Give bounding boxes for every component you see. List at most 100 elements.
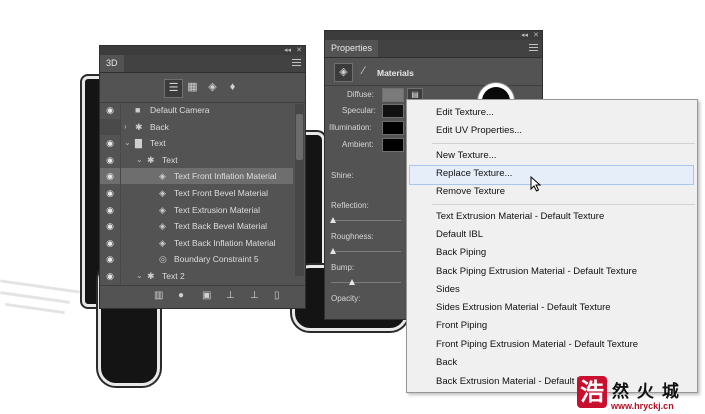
- slider-knob[interactable]: [349, 279, 356, 285]
- scene-tree-row[interactable]: ◉ ⌄ ▇ Text: [100, 135, 293, 152]
- menu-item[interactable]: New Texture...: [436, 150, 497, 161]
- slider-knob[interactable]: [330, 217, 336, 223]
- scene-tree-row-label: Boundary Constraint 5: [174, 254, 259, 265]
- scene-tree-row-label: Text Back Inflation Material: [174, 237, 276, 248]
- scrollbar-thumb[interactable]: [296, 114, 303, 160]
- eye-icon[interactable]: ◉: [103, 235, 117, 251]
- scene-tree-row[interactable]: ◉ ◈ Text Back Bevel Material: [100, 218, 293, 235]
- eye-icon[interactable]: ◉: [103, 152, 117, 168]
- visibility-toggle[interactable]: ◉: [100, 135, 121, 152]
- shine-label: Shine:: [331, 171, 354, 180]
- visibility-toggle[interactable]: ◉: [100, 201, 121, 218]
- material-icon: ◈: [159, 204, 166, 215]
- scene-tree-row[interactable]: ◉ ■ Default Camera: [100, 102, 293, 118]
- menu-item[interactable]: Default IBL: [436, 229, 483, 240]
- visibility-toggle[interactable]: ◉: [100, 218, 121, 235]
- panel-menu-icon[interactable]: [529, 44, 538, 53]
- visibility-toggle[interactable]: ◉: [100, 268, 121, 284]
- scene-tree-row[interactable]: ◉ ⌄ ✱ Text 2: [100, 268, 293, 284]
- collapse-icon[interactable]: ◂◂: [284, 46, 291, 55]
- material-type-icon[interactable]: ◈: [334, 63, 353, 82]
- menu-item[interactable]: Front Piping Extrusion Material - Defaul…: [436, 339, 638, 350]
- specular-swatch[interactable]: [382, 104, 404, 118]
- eye-icon[interactable]: ◉: [103, 251, 117, 267]
- roughness-label: Roughness:: [331, 232, 374, 241]
- tab-3d[interactable]: 3D: [100, 55, 124, 72]
- illumination-swatch[interactable]: [382, 121, 404, 135]
- scene-tree-scrollbar[interactable]: [295, 104, 304, 276]
- add-light-icon[interactable]: ●: [178, 290, 184, 301]
- scene-tree-row[interactable]: ◉ ◈ Text Front Inflation Material: [100, 168, 293, 185]
- visibility-toggle[interactable]: [100, 118, 121, 135]
- eye-icon[interactable]: ◉: [103, 185, 117, 201]
- menu-item[interactable]: Sides Extrusion Material - Default Textu…: [436, 302, 611, 313]
- scene-tree-row[interactable]: ◉ ◈ Text Back Inflation Material: [100, 234, 293, 251]
- mesh-icon: ✱: [147, 271, 155, 281]
- panel-3d-titlebar[interactable]: ◂◂ ✕: [100, 46, 305, 55]
- bump-slider[interactable]: [331, 279, 401, 285]
- collapse-icon[interactable]: ◂◂: [521, 31, 528, 40]
- scene-tree-row[interactable]: ◉ ◈ Text Front Bevel Material: [100, 185, 293, 201]
- render-icon[interactable]: ▥: [154, 290, 163, 301]
- opacity-label: Opacity:: [331, 294, 361, 303]
- menu-item[interactable]: Front Piping: [436, 320, 487, 331]
- visibility-toggle[interactable]: ◉: [100, 102, 121, 118]
- eye-icon[interactable]: ◉: [103, 102, 117, 118]
- eye-icon[interactable]: ◉: [103, 135, 117, 151]
- reflection-slider[interactable]: [330, 217, 401, 223]
- scene-tree-row[interactable]: ◉ ◈ Text Extrusion Material: [100, 201, 293, 218]
- visibility-toggle[interactable]: ◉: [100, 185, 121, 201]
- panel-properties-titlebar[interactable]: ◂◂ ✕: [325, 31, 542, 40]
- menu-item[interactable]: Edit Texture...: [436, 107, 494, 118]
- materials-header: ◈ ∕ Materials: [325, 59, 542, 86]
- meshes-icon[interactable]: ▦: [184, 79, 201, 96]
- new-constraint-icon[interactable]: ⊥: [250, 290, 259, 301]
- watermark-chars: 然 火 城: [612, 382, 680, 402]
- menu-item[interactable]: Sides: [436, 284, 460, 295]
- chevron-down-icon[interactable]: ⌄: [124, 135, 131, 151]
- chevron-down-icon[interactable]: ⌄: [136, 268, 143, 284]
- scene-tree-row[interactable]: ◉ ◎ Boundary Constraint 5: [100, 251, 293, 268]
- tab-properties[interactable]: Properties: [325, 40, 379, 57]
- menu-item[interactable]: Back Piping Extrusion Material - Default…: [436, 266, 637, 277]
- scene-tree-row[interactable]: › ✱ Back: [100, 118, 293, 135]
- visibility-toggle[interactable]: ◉: [100, 151, 121, 168]
- visibility-toggle[interactable]: ◉: [100, 168, 121, 185]
- menu-item[interactable]: Text Extrusion Material - Default Textur…: [436, 211, 604, 222]
- menu-item[interactable]: Replace Texture...: [436, 168, 512, 179]
- background-stripe: [0, 279, 80, 294]
- materials-icon[interactable]: ◈: [204, 79, 221, 96]
- eye-icon[interactable]: ◉: [103, 268, 117, 284]
- brush-icon[interactable]: ∕: [355, 63, 372, 80]
- chevron-down-icon[interactable]: ⌄: [136, 152, 143, 168]
- diffuse-swatch[interactable]: [382, 88, 404, 102]
- menu-item[interactable]: Edit UV Properties...: [436, 125, 522, 136]
- slider-knob[interactable]: [330, 248, 336, 254]
- scene-tree-row[interactable]: ◉ ⌄ ✱ Text: [100, 151, 293, 168]
- chevron-right-icon[interactable]: ›: [124, 119, 127, 135]
- watermark-url: www.hryckj.cn: [611, 401, 674, 411]
- constraint-icon: ◎: [159, 254, 167, 265]
- material-icon: ◈: [159, 188, 166, 198]
- delete-icon[interactable]: ▯: [274, 290, 280, 301]
- menu-item[interactable]: Remove Texture: [436, 186, 505, 197]
- visibility-toggle[interactable]: ◉: [100, 234, 121, 251]
- eye-icon[interactable]: ◉: [103, 168, 117, 184]
- new-mesh-icon[interactable]: ▣: [202, 290, 211, 301]
- close-icon[interactable]: ✕: [533, 31, 539, 40]
- lights-icon[interactable]: ♦: [224, 79, 241, 96]
- eye-icon[interactable]: ◉: [103, 202, 117, 218]
- ambient-swatch[interactable]: [382, 138, 404, 152]
- menu-item[interactable]: Back Piping: [436, 247, 486, 258]
- material-icon: ◈: [159, 171, 166, 182]
- menu-item[interactable]: Back: [436, 357, 457, 368]
- move-to-view-icon[interactable]: ⊥: [226, 290, 235, 301]
- watermark: 浩 然 火 城 www.hryckj.cn: [577, 374, 705, 414]
- close-icon[interactable]: ✕: [296, 46, 302, 55]
- texture-context-menu: Edit Texture... Edit UV Properties... New …: [406, 99, 698, 393]
- roughness-slider[interactable]: [330, 248, 401, 254]
- panel-menu-icon[interactable]: [292, 59, 301, 68]
- whole-scene-icon[interactable]: ☰: [164, 79, 183, 98]
- eye-icon[interactable]: ◉: [103, 218, 117, 234]
- visibility-toggle[interactable]: ◉: [100, 251, 121, 268]
